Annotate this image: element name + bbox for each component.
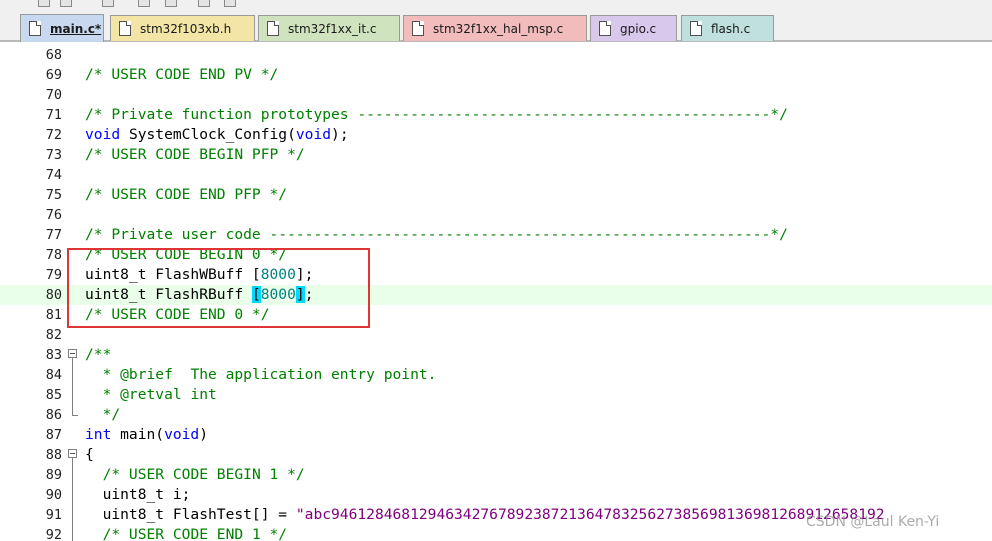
code-text: * @brief The application entry point.	[102, 366, 437, 383]
line-number: 91	[45, 507, 62, 523]
line-number: 89	[45, 467, 62, 483]
code-line[interactable]: 70	[0, 85, 992, 105]
line-number: 79	[45, 267, 62, 283]
line-number: 83	[45, 347, 62, 363]
code-text: /* USER CODE BEGIN 1 */	[102, 466, 305, 483]
tab-stm32f1xx-it-c[interactable]: stm32f1xx_it.c	[258, 15, 400, 41]
code-line[interactable]: 76	[0, 205, 992, 225]
line-number: 68	[45, 47, 62, 63]
tab-stm32f103xb-h[interactable]: stm32f103xb.h	[110, 15, 255, 41]
code-text: /* USER CODE END PFP */	[85, 186, 288, 203]
code-line[interactable]: 90 uint8_t i;	[0, 485, 992, 505]
toolbar-strip	[0, 0, 992, 12]
file-icon	[29, 21, 41, 36]
line-number: 73	[45, 147, 62, 163]
code-line[interactable]: 83 /**	[0, 345, 992, 365]
line-number: 70	[45, 87, 62, 103]
line-number: 69	[45, 67, 62, 83]
fold-guide-line	[68, 485, 80, 505]
tab-label: gpio.c	[620, 21, 657, 36]
fold-collapse-icon[interactable]	[68, 445, 80, 465]
line-number: 71	[45, 107, 62, 123]
code-text: /* USER CODE END PV */	[85, 66, 279, 83]
code-editor[interactable]: 68 69 /* USER CODE END PV */ 70 71 /* Private…	[0, 42, 992, 541]
toolbar-translate-icon[interactable]	[102, 0, 114, 7]
file-icon	[412, 21, 424, 36]
code-line[interactable]: 72 void SystemClock_Config(void);	[0, 125, 992, 145]
tab-label: stm32f1xx_it.c	[288, 21, 377, 36]
line-number: 76	[45, 207, 62, 223]
tab-main-c[interactable]: main.c*	[20, 14, 104, 42]
code-line[interactable]: 89 /* USER CODE BEGIN 1 */	[0, 465, 992, 485]
code-line[interactable]: 86 */	[0, 405, 992, 425]
toolbar-build-icon[interactable]	[60, 0, 72, 7]
file-icon	[599, 21, 611, 36]
line-number: 72	[45, 127, 62, 143]
code-line[interactable]: 69 /* USER CODE END PV */	[0, 65, 992, 85]
line-number: 80	[45, 287, 62, 303]
line-number: 90	[45, 487, 62, 503]
fold-guide-line	[68, 525, 80, 541]
file-icon	[119, 21, 131, 36]
toolbar-batch-icon[interactable]	[138, 0, 150, 7]
code-text: /* USER CODE END 1 */	[102, 526, 288, 541]
fold-collapse-icon[interactable]	[68, 345, 80, 365]
code-text: /**	[85, 346, 112, 363]
line-number: 82	[45, 327, 62, 343]
tab-label: stm32f1xx_hal_msp.c	[433, 21, 564, 36]
toolbar-download-icon[interactable]	[165, 0, 177, 7]
code-text: /* Private function prototypes ---------…	[85, 106, 788, 123]
annotation-highlight-box	[67, 248, 370, 328]
code-text: * @retval int	[102, 386, 217, 403]
toolbar-target-icon[interactable]	[224, 0, 236, 7]
file-icon	[690, 21, 702, 36]
line-number: 92	[45, 527, 62, 541]
line-number: 87	[45, 427, 62, 443]
fold-guide-line	[68, 385, 80, 405]
tab-label: main.c*	[50, 21, 102, 36]
line-number: 81	[45, 307, 62, 323]
line-number: 85	[45, 387, 62, 403]
fold-guide-line	[68, 505, 80, 525]
code-text: uint8_t i;	[85, 486, 191, 503]
code-text: {	[85, 446, 94, 463]
code-line[interactable]: 71 /* Private function prototypes -------…	[0, 105, 992, 125]
line-number: 88	[45, 447, 62, 463]
tab-flash-c[interactable]: flash.c	[681, 15, 774, 41]
fold-end-marker	[68, 405, 80, 425]
code-line[interactable]: 85 * @retval int	[0, 385, 992, 405]
code-line[interactable]: 75 /* USER CODE END PFP */	[0, 185, 992, 205]
code-line[interactable]: 77 /* Private user code -----------------…	[0, 225, 992, 245]
code-line[interactable]: 68	[0, 45, 992, 65]
code-line[interactable]: 74	[0, 165, 992, 185]
fold-guide-line	[68, 365, 80, 385]
toolbar-save-icon[interactable]	[38, 0, 50, 7]
fold-guide-line	[68, 465, 80, 485]
code-text: /* USER CODE BEGIN PFP */	[85, 146, 305, 163]
watermark: CSDN @Laul Ken-Yi	[806, 514, 940, 530]
code-text: /* Private user code -------------------…	[85, 226, 788, 243]
line-number: 86	[45, 407, 62, 423]
code-line[interactable]: 73 /* USER CODE BEGIN PFP */	[0, 145, 992, 165]
tab-stm32f1xx-hal-msp-c[interactable]: stm32f1xx_hal_msp.c	[403, 15, 587, 41]
code-line[interactable]: 84 * @brief The application entry point.	[0, 365, 992, 385]
code-text: uint8_t FlashTest[] = "abc94612846812946…	[85, 506, 885, 523]
editor-tab-bar: main.c* stm32f103xb.h stm32f1xx_it.c stm…	[0, 12, 992, 42]
line-number: 78	[45, 247, 62, 263]
line-number: 74	[45, 167, 62, 183]
tab-label: flash.c	[711, 21, 751, 36]
tab-label: stm32f103xb.h	[140, 21, 232, 36]
toolbar-options-icon[interactable]	[198, 0, 210, 7]
code-text: int main(void)	[85, 426, 209, 443]
code-text: void SystemClock_Config(void);	[85, 126, 349, 143]
code-line[interactable]: 87 int main(void)	[0, 425, 992, 445]
code-line[interactable]: 88 {	[0, 445, 992, 465]
code-text: */	[102, 406, 121, 423]
code-line[interactable]: 82	[0, 325, 992, 345]
line-number: 77	[45, 227, 62, 243]
line-number: 75	[45, 187, 62, 203]
line-number: 84	[45, 367, 62, 383]
file-icon	[267, 21, 279, 36]
tab-gpio-c[interactable]: gpio.c	[590, 15, 677, 41]
